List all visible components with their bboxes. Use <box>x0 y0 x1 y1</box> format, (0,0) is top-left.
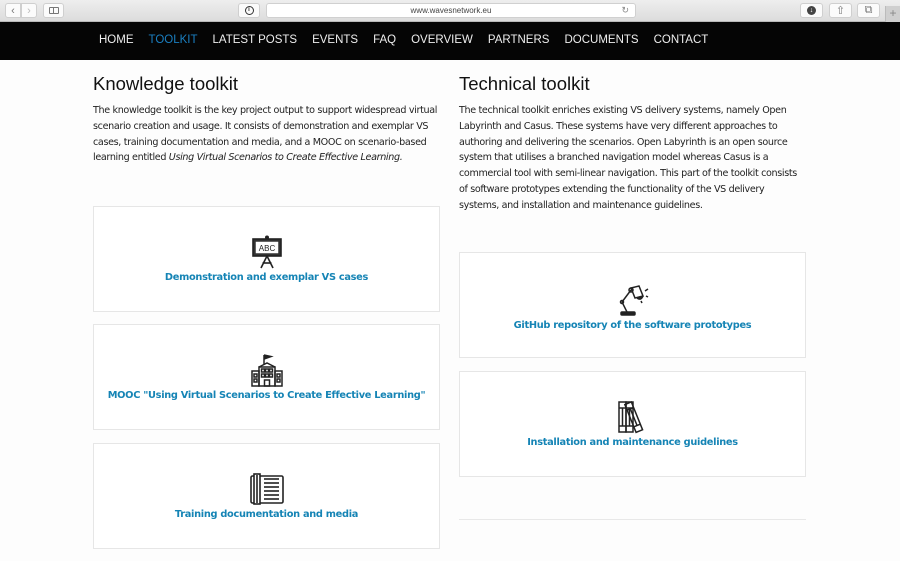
nav-item-events[interactable]: EVENTS <box>312 34 358 46</box>
school-building-icon <box>249 352 285 388</box>
browser-toolbar: ‹ › i www.wavesnetwork.eu ↻ ↓ ⇧ ⧉ + <box>0 0 900 22</box>
nav-item-partners[interactable]: PARTNERS <box>488 34 550 46</box>
books-icon <box>615 399 651 435</box>
nav-item-latest-posts[interactable]: LATEST POSTS <box>213 34 298 46</box>
card-mooc[interactable]: MOOC "Using Virtual Scenarios to Create … <box>93 324 440 430</box>
sidebar-toggle-button[interactable] <box>43 3 64 18</box>
open-book-icon <box>249 471 285 507</box>
knowledge-toolkit-intro: The knowledge toolkit is the key project… <box>93 103 440 166</box>
new-tab-button[interactable]: + <box>885 6 900 22</box>
card-training-documentation[interactable]: Training documentation and media <box>93 443 440 549</box>
chevron-left-icon: ‹ <box>11 4 15 17</box>
nav-item-contact[interactable]: CONTACT <box>654 34 709 46</box>
technical-toolkit-intro: The technical toolkit enriches existing … <box>459 105 797 211</box>
download-icon: ↓ <box>807 6 816 15</box>
knowledge-toolkit-heading: Knowledge toolkit <box>93 73 239 94</box>
nav-menu: HOME TOOLKIT LATEST POSTS EVENTS FAQ OVERVIEW… <box>99 34 723 46</box>
sidebar-icon <box>48 7 59 14</box>
back-button[interactable]: ‹ <box>5 3 21 18</box>
card-label: Training documentation and media <box>174 509 359 520</box>
address-bar[interactable]: www.wavesnetwork.eu ↻ <box>266 3 636 18</box>
section-divider <box>459 519 806 520</box>
chevron-right-icon: › <box>27 4 31 17</box>
nav-item-home[interactable]: HOME <box>99 34 134 46</box>
card-github-repository[interactable]: GitHub repository of the software protot… <box>459 252 806 358</box>
card-label: MOOC "Using Virtual Scenarios to Create … <box>107 390 426 401</box>
forward-button[interactable]: › <box>21 3 37 18</box>
tabs-icon: ⧉ <box>864 4 873 16</box>
nav-item-documents[interactable]: DOCUMENTS <box>564 34 638 46</box>
card-label: Demonstration and exemplar VS cases <box>164 272 369 283</box>
share-icon: ⇧ <box>835 5 846 17</box>
nav-item-toolkit[interactable]: TOOLKIT <box>149 34 198 46</box>
card-label: Installation and maintenance guidelines <box>527 437 738 448</box>
url-text: www.wavesnetwork.eu <box>410 6 492 15</box>
plus-icon: + <box>889 6 897 20</box>
share-button[interactable]: ⇧ <box>829 3 852 18</box>
site-info-button[interactable]: i <box>238 3 260 18</box>
mooc-title-italic: Using Virtual Scenarios to Create Effect… <box>168 152 403 164</box>
downloads-button[interactable]: ↓ <box>800 3 823 18</box>
technical-toolkit-section: Technical toolkit The technical toolkit … <box>459 73 806 214</box>
reload-icon[interactable]: ↻ <box>621 4 629 17</box>
technical-toolkit-heading: Technical toolkit <box>459 73 590 94</box>
card-installation-guidelines[interactable]: Installation and maintenance guidelines <box>459 371 806 477</box>
info-icon: i <box>244 6 254 15</box>
site-navigation: HOME TOOLKIT LATEST POSTS EVENTS FAQ OVERVIEW… <box>0 22 900 60</box>
nav-item-faq[interactable]: FAQ <box>373 34 396 46</box>
desk-lamp-icon <box>615 282 651 318</box>
chalkboard-icon: ABC <box>249 234 285 270</box>
card-label: GitHub repository of the software protot… <box>513 320 752 331</box>
card-demonstration-vs-cases[interactable]: ABC Demonstration and exemplar VS cases <box>93 206 440 312</box>
show-tabs-button[interactable]: ⧉ <box>857 3 880 18</box>
nav-item-overview[interactable]: OVERVIEW <box>411 34 473 46</box>
knowledge-toolkit-section: Knowledge toolkit The knowledge toolkit … <box>93 73 440 166</box>
svg-text:ABC: ABC <box>258 244 275 253</box>
